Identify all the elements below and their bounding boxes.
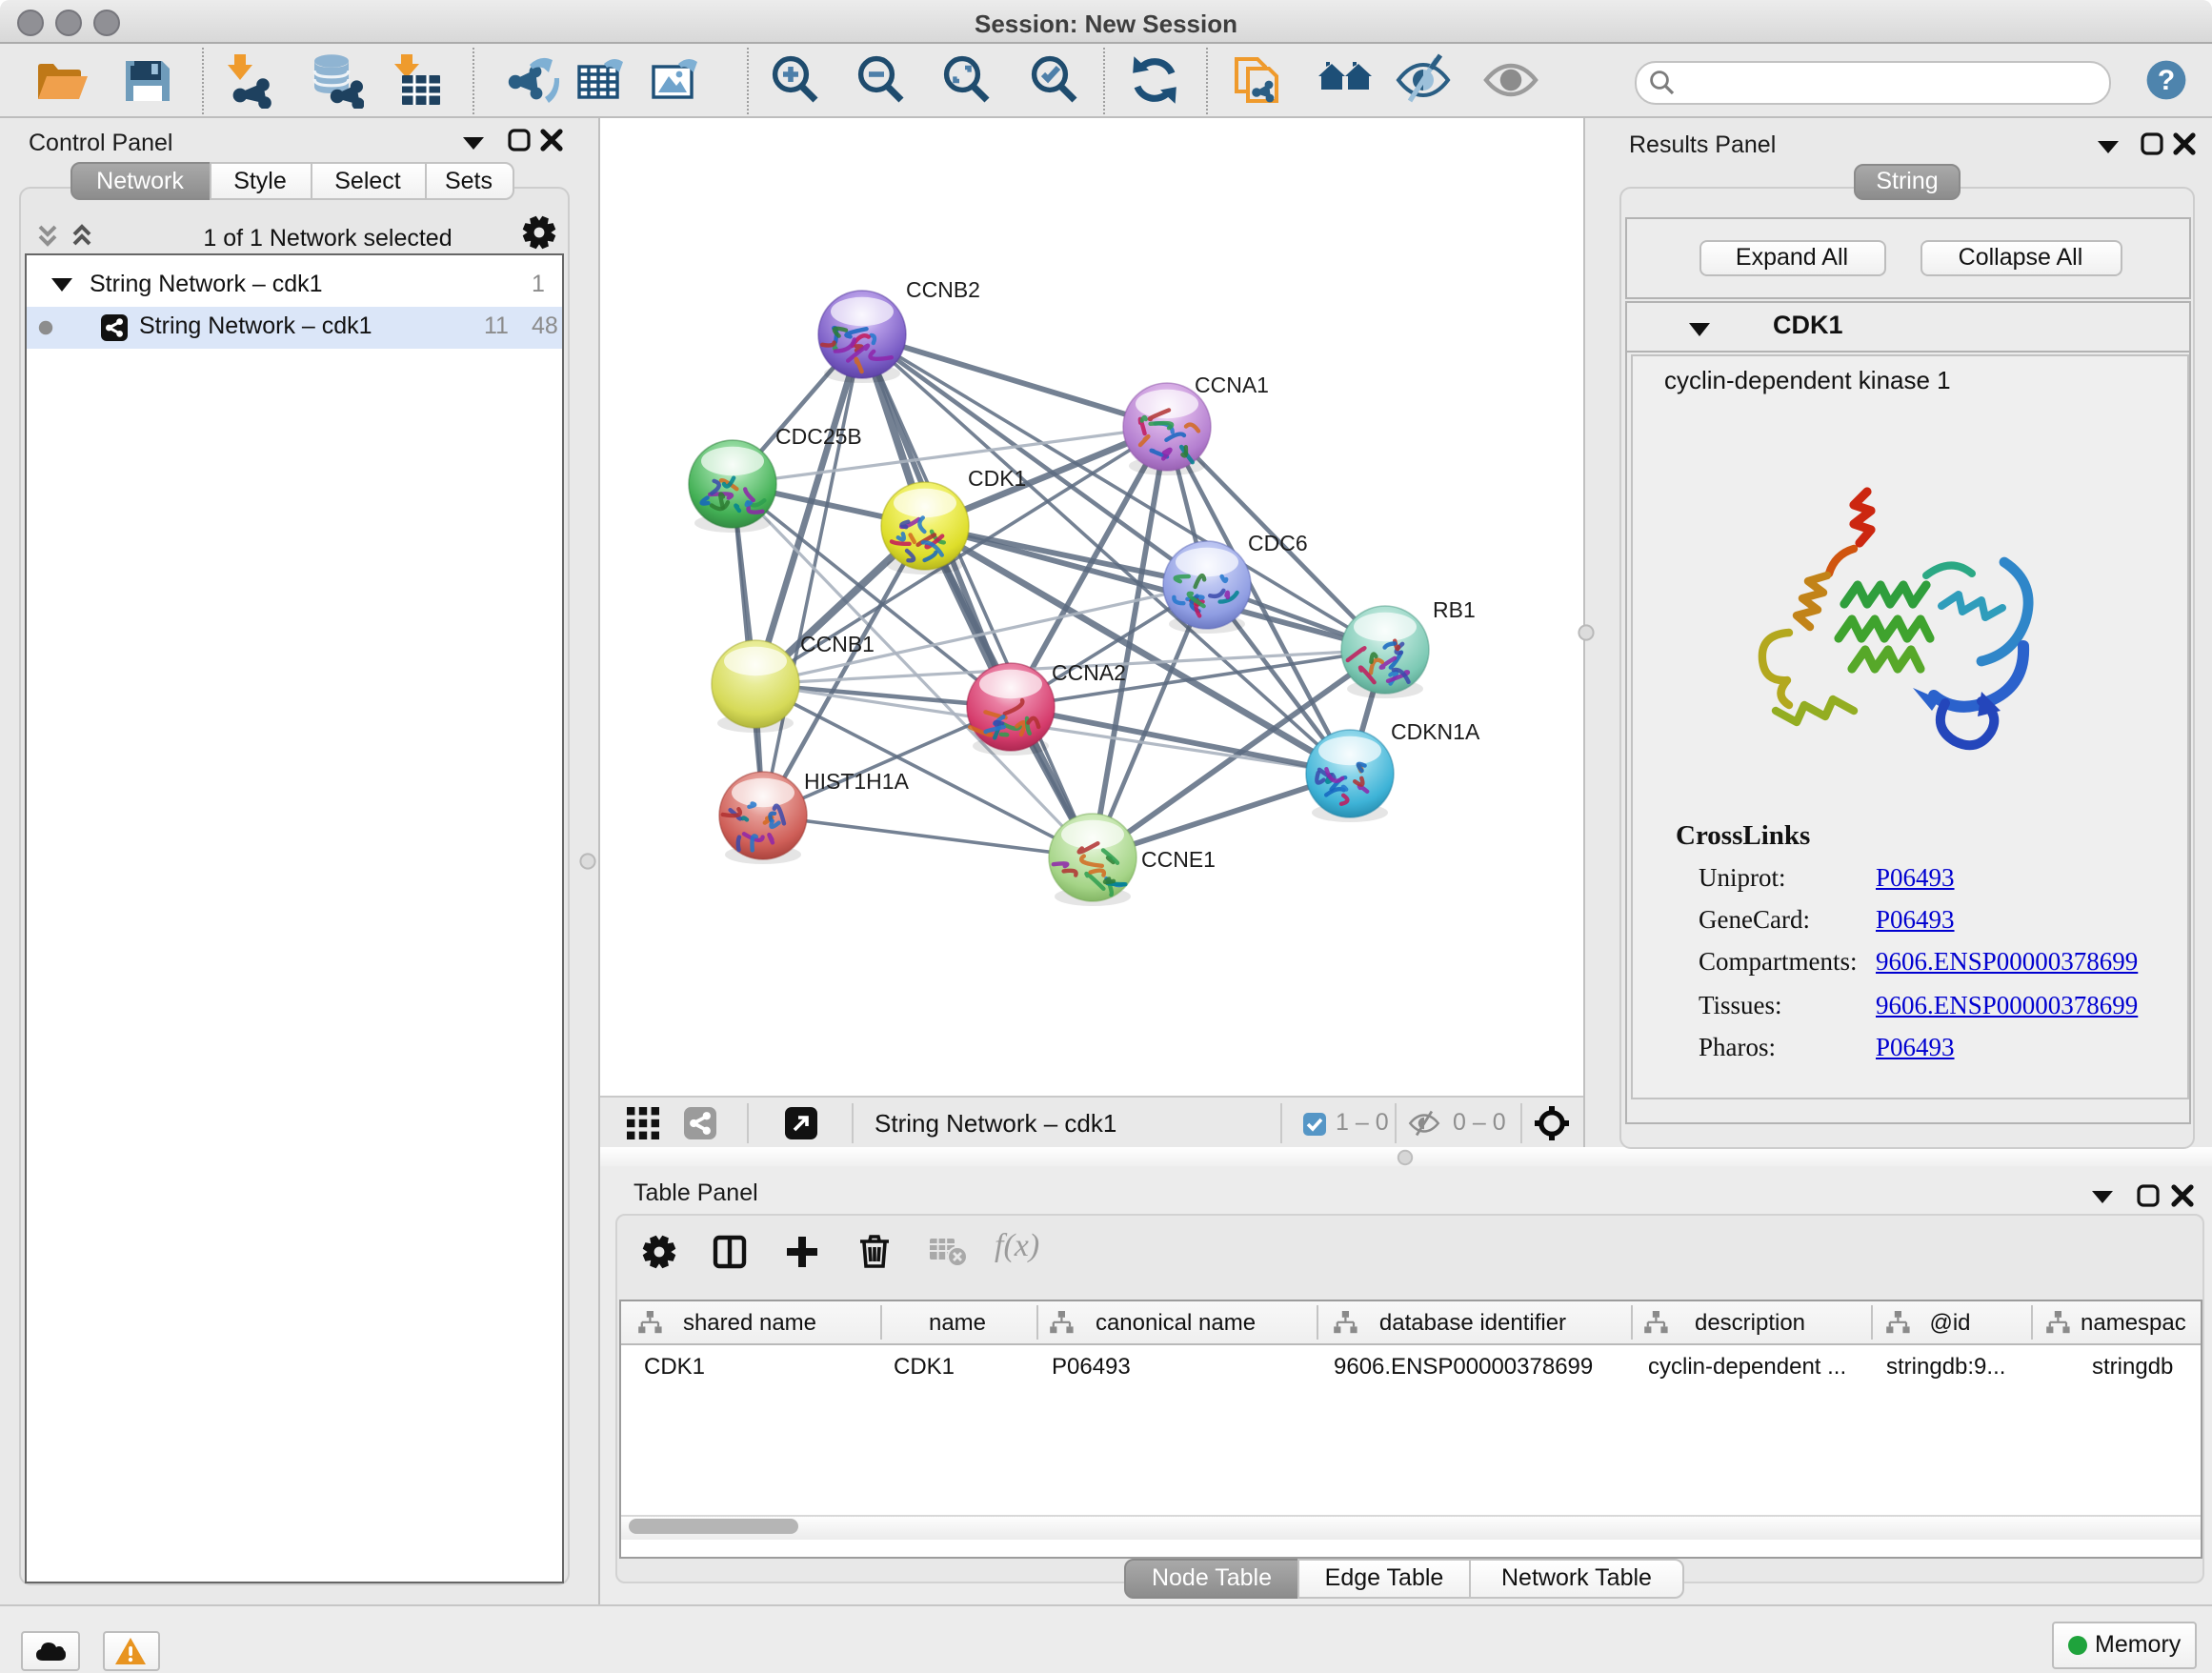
svg-text:CCNB2: CCNB2 xyxy=(906,277,980,302)
svg-text:CCNE1: CCNE1 xyxy=(1141,847,1216,872)
svg-text:CDC6: CDC6 xyxy=(1248,531,1308,555)
svg-text:RB1: RB1 xyxy=(1433,597,1476,622)
svg-text:CDK1: CDK1 xyxy=(968,466,1026,491)
svg-text:HIST1H1A: HIST1H1A xyxy=(804,769,910,794)
svg-text:CCNB1: CCNB1 xyxy=(800,632,875,656)
svg-text:CCNA2: CCNA2 xyxy=(1052,660,1126,685)
svg-text:CDKN1A: CDKN1A xyxy=(1391,719,1480,744)
svg-text:CCNA1: CCNA1 xyxy=(1195,373,1269,397)
svg-text:CDC25B: CDC25B xyxy=(775,424,862,449)
svg-text:?: ? xyxy=(2158,65,2175,96)
